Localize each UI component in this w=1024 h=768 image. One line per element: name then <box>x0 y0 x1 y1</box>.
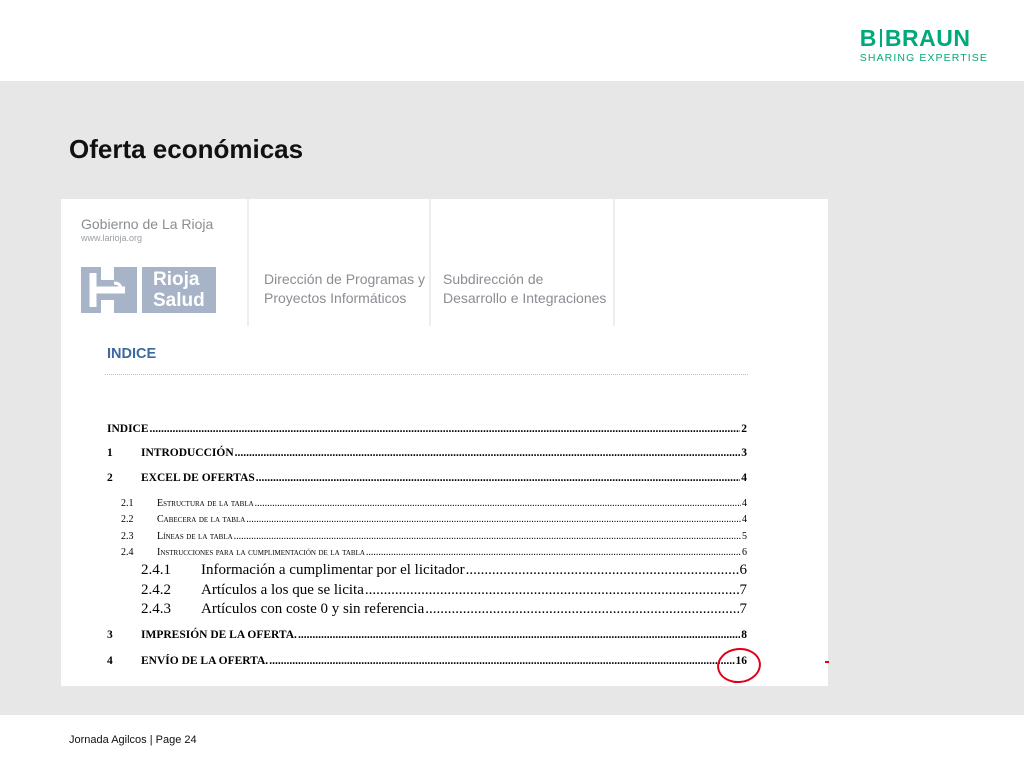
toc-leader <box>425 601 738 618</box>
top-bar: B BRAUN SHARING EXPERTISE <box>0 0 1024 81</box>
brand-name-right: BRAUN <box>884 25 971 51</box>
toc-number: 2.4 <box>121 547 134 558</box>
toc-page: 6 <box>742 547 747 558</box>
toc-leader <box>234 531 741 542</box>
toc-entry[interactable]: 2.1 Estructura de la tabla 4 <box>107 498 747 509</box>
toc-page: 3 <box>741 447 747 459</box>
toc-number: 2.4.1 <box>141 562 171 578</box>
logo-text-line1: Rioja <box>153 269 200 290</box>
toc-page: 4 <box>741 472 747 484</box>
footer: Jornada Agilcos | Page 24 <box>0 715 1024 768</box>
toc-entry[interactable]: 2.4.3 Artículos con coste 0 y sin referen… <box>107 601 747 618</box>
toc-page: 7 <box>739 582 748 598</box>
logo-text-box: Rioja Salud <box>142 267 216 313</box>
toc-label: IMPRESIÓN DE LA OFERTA. <box>141 629 297 641</box>
toc-leader <box>366 547 741 558</box>
toc-label: Estructura de la tabla <box>157 498 254 509</box>
toc-entry[interactable]: 2.4.2 Artículos a los que se licita 7 <box>107 582 747 599</box>
toc-entry[interactable]: 3 IMPRESIÓN DE LA OFERTA. 8 <box>107 629 747 641</box>
footer-text: Jornada Agilcos | Page 24 <box>69 734 197 746</box>
organization-website: www.larioja.org <box>81 233 143 243</box>
toc-entry[interactable]: 2.4.1 Información a cumplimentar por el l… <box>107 562 747 579</box>
header-divider <box>613 199 615 326</box>
toc-label: INDICE <box>107 423 149 435</box>
red-circle-annotation <box>715 645 763 686</box>
toc-entry[interactable]: 2 EXCEL DE OFERTAS 4 <box>107 472 747 484</box>
red-mark-annotation <box>825 661 829 663</box>
toc-number: 2.1 <box>121 498 134 509</box>
department-1: Dirección de Programas y Proyectos Infor… <box>264 270 425 308</box>
toc-leader <box>298 629 740 641</box>
brand-separator <box>879 29 882 47</box>
toc-leader <box>255 498 741 509</box>
toc-entry[interactable]: 2.3 Líneas de la tabla 5 <box>107 531 747 542</box>
toc-leader <box>235 447 741 459</box>
document-header: Gobierno de La Rioja www.larioja.org Rio… <box>61 199 828 326</box>
rioja-salud-logo: Rioja Salud <box>81 267 216 313</box>
department-1-line1: Dirección de Programas y <box>264 271 426 287</box>
toc-number: 2.4.2 <box>141 582 171 598</box>
toc-number: 2.4.3 <box>141 601 171 617</box>
toc-label: Cabecera de la tabla <box>157 514 246 525</box>
toc-leader <box>365 582 739 599</box>
department-2: Subdirección de Desarrollo e Integracion… <box>443 270 606 308</box>
slide-title: Oferta económicas <box>69 134 304 164</box>
toc-label: EXCEL DE OFERTAS <box>141 472 255 484</box>
toc-page: 7 <box>739 601 748 617</box>
toc-number: 2.3 <box>121 531 134 542</box>
toc-page: 6 <box>739 562 748 578</box>
toc-entry[interactable]: 1 INTRODUCCIÓN 3 <box>107 447 747 459</box>
organization-name: Gobierno de La Rioja <box>81 216 214 232</box>
toc-label: ENVÍO DE LA OFERTA. <box>141 655 269 667</box>
toc-leader <box>150 423 741 435</box>
document-screenshot: Gobierno de La Rioja www.larioja.org Rio… <box>61 199 828 686</box>
department-2-line1: Subdirección de <box>443 271 544 287</box>
department-2-line2: Desarrollo e Integraciones <box>443 290 607 306</box>
toc-label: Artículos a los que se licita <box>201 582 364 598</box>
toc-label: Líneas de la tabla <box>157 531 233 542</box>
bbraun-logo: B BRAUN SHARING EXPERTISE <box>860 26 988 64</box>
toc-number: 4 <box>107 655 113 667</box>
toc-leader <box>269 655 734 667</box>
header-divider <box>429 199 431 326</box>
brand-tagline: SHARING EXPERTISE <box>859 52 988 64</box>
toc-page: 5 <box>742 531 747 542</box>
brand-name: B BRAUN <box>860 26 988 50</box>
toc-leader <box>466 562 739 579</box>
toc-page: 4 <box>742 498 747 509</box>
toc-number: 3 <box>107 629 113 641</box>
department-1-line2: Proyectos Informáticos <box>264 290 407 306</box>
header-divider <box>247 199 249 326</box>
medical-cross-icon <box>81 267 137 313</box>
toc-entry[interactable]: INDICE 2 <box>107 423 747 435</box>
toc-entry[interactable]: 2.4 Instrucciones para la cumplimentación… <box>107 547 747 558</box>
brand-name-left: B <box>859 25 877 51</box>
toc-number: 2 <box>107 472 113 484</box>
toc-label: Instrucciones para la cumplimentación de… <box>157 547 365 558</box>
toc-entry[interactable]: 2.2 Cabecera de la tabla 4 <box>107 514 747 525</box>
toc-label: INTRODUCCIÓN <box>141 447 234 459</box>
toc-leader <box>246 514 741 525</box>
toc-label: Información a cumplimentar por el licita… <box>201 562 465 578</box>
logo-text-line2: Salud <box>153 290 205 311</box>
toc-page: 8 <box>741 629 747 641</box>
toc-page: 4 <box>742 514 747 525</box>
toc-number: 2.2 <box>121 514 134 525</box>
toc-label: Artículos con coste 0 y sin referencia <box>201 601 425 617</box>
toc-leader <box>256 472 740 484</box>
toc-number: 1 <box>107 447 113 459</box>
index-separator <box>105 374 748 375</box>
toc-page: 2 <box>741 423 747 435</box>
index-heading: INDICE <box>107 346 157 362</box>
toc-entry[interactable]: 4ENVÍO DE LA OFERTA.16 <box>107 655 747 667</box>
